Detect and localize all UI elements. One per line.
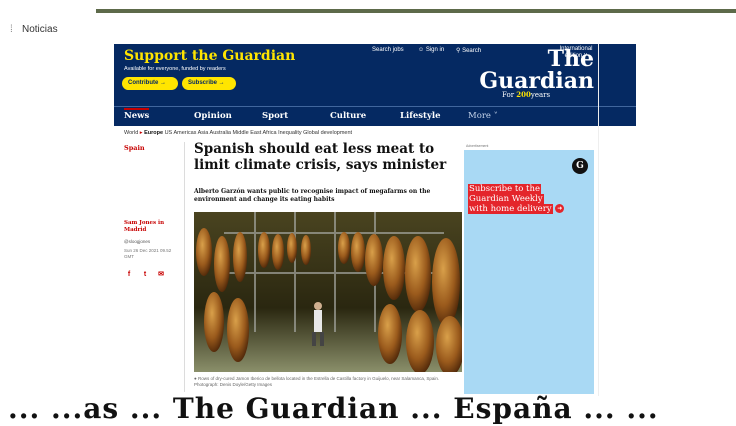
article-section[interactable]: Spain — [124, 144, 145, 152]
subnav-item-us[interactable]: US — [165, 130, 173, 136]
subnav-item-asia[interactable]: Asia — [198, 130, 209, 136]
photo-caption: ● Rows of dry-cured Jamon Iberico de bel… — [194, 376, 454, 388]
subnav-item-world[interactable]: World — [124, 130, 138, 136]
guardian-header: Support the Guardian Available for every… — [114, 44, 636, 106]
for-label: For — [502, 91, 515, 99]
anniversary-tagline: For 200years — [502, 90, 550, 99]
guardian-logo[interactable]: The Guardian — [470, 48, 594, 92]
ad-label: Advertisement — [466, 144, 489, 148]
subnav-item-inequality[interactable]: Inequality — [278, 130, 302, 136]
photo-caption-text: Rows of dry-cured Jamon Iberico de bello… — [194, 376, 440, 387]
guardian-weekly-ad[interactable]: G Subscribe to the Guardian Weekly with … — [464, 150, 594, 394]
contribute-button[interactable]: Contribute → — [122, 77, 178, 90]
ad-line-3: with home delivery — [468, 204, 553, 214]
guardian-g-logo: G — [572, 158, 588, 174]
author-handle[interactable]: @sloogjones — [124, 239, 150, 244]
user-icon: ☺ — [418, 47, 425, 53]
support-title: Support the Guardian — [124, 48, 296, 64]
sign-in-label: Sign in — [425, 47, 445, 53]
nav-item-news[interactable]: News — [124, 108, 150, 121]
years-number: 200 — [516, 90, 531, 99]
nav-item-lifestyle[interactable]: Lifestyle — [400, 111, 441, 121]
page-divider — [598, 44, 599, 396]
nav-item-more[interactable]: More ˅ — [468, 111, 498, 121]
column-divider — [184, 142, 185, 392]
subnav-item-australia[interactable]: Australia — [210, 130, 231, 136]
ad-line-1: Subscribe to the — [468, 184, 541, 194]
logo-line-1: The — [547, 46, 594, 72]
section-header-label: Noticias — [22, 24, 58, 35]
arrow-right-icon: ➜ — [555, 204, 565, 213]
ad-line-2: Guardian Weekly — [468, 194, 544, 204]
subnav-item-americas[interactable]: Americas — [173, 130, 196, 136]
chevron-right-icon: ▸ — [139, 130, 143, 136]
subnav: World ▸ Europe US Americas Asia Australi… — [124, 130, 352, 136]
camera-icon: ● — [194, 376, 197, 381]
years-label: years — [530, 91, 551, 99]
search-jobs-link[interactable]: Search jobs — [372, 47, 404, 53]
subnav-item-middle-east[interactable]: Middle East — [232, 130, 261, 136]
chevron-down-icon: ˅ — [493, 111, 498, 121]
facebook-icon[interactable]: f — [124, 270, 134, 280]
nav-item-sport[interactable]: Sport — [262, 111, 288, 121]
article-date: Sun 26 Dec 2021 09.52 GMT — [124, 248, 172, 259]
main-nav: News Opinion Sport Culture Lifestyle Mor… — [114, 106, 636, 126]
sign-in-link[interactable]: ☺ Sign in — [418, 47, 444, 53]
nav-item-culture[interactable]: Culture — [330, 111, 366, 121]
article-photo — [194, 212, 462, 372]
nav-more-label: More — [468, 111, 491, 121]
support-subtitle: Available for everyone, funded by reader… — [124, 66, 226, 72]
article-headline: Spanish should eat less meat to limit cl… — [194, 141, 447, 173]
logo-line-2: Guardian — [479, 68, 594, 94]
top-divider-line — [96, 9, 736, 13]
bottom-caption-banner: ... ...as ... The Guardian ... España ..… — [8, 392, 659, 425]
search-icon: ⚲ — [456, 48, 461, 54]
ad-headline[interactable]: Subscribe to the Guardian Weekly with ho… — [468, 184, 580, 214]
section-header: ⁞ Noticias — [10, 24, 58, 35]
ham-factory-image — [194, 212, 462, 372]
subnav-item-global-development[interactable]: Global development — [303, 130, 352, 136]
article-author[interactable]: Sam Jones in Madrid — [124, 220, 182, 234]
subnav-item-africa[interactable]: Africa — [262, 130, 276, 136]
email-icon[interactable]: ✉ — [156, 270, 166, 280]
article-standfirst: Alberto Garzón wants public to recognise… — [194, 188, 431, 203]
twitter-icon[interactable]: t — [140, 270, 150, 280]
subscribe-button[interactable]: Subscribe → — [182, 77, 236, 90]
guardian-screenshot: Support the Guardian Available for every… — [114, 44, 636, 396]
nav-item-opinion[interactable]: Opinion — [194, 111, 232, 121]
subnav-item-europe[interactable]: Europe — [144, 130, 163, 136]
drag-handle-icon[interactable]: ⁞ — [10, 24, 13, 35]
